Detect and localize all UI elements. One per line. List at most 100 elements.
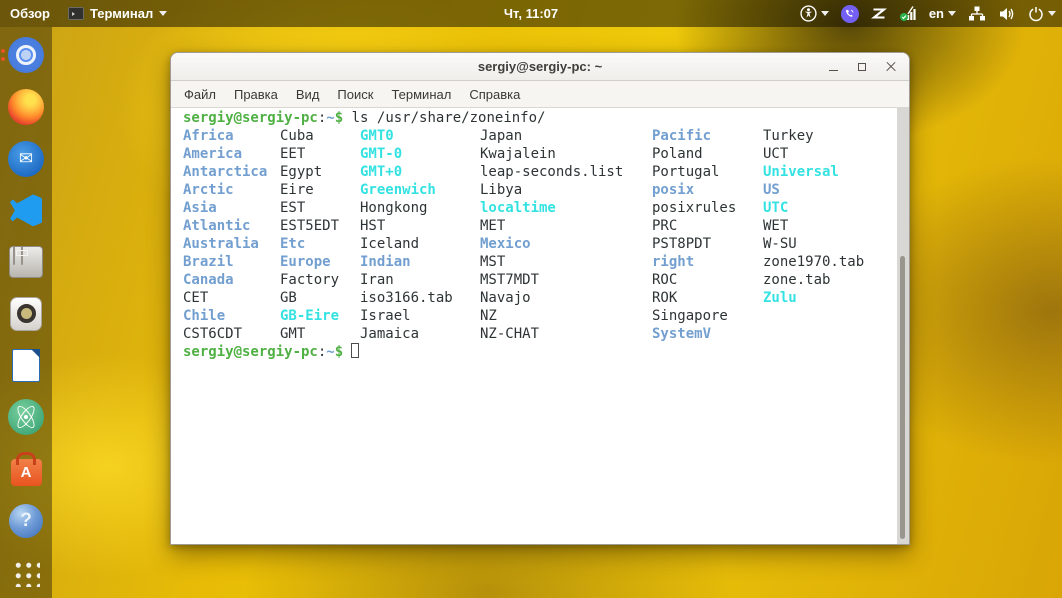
activities-button[interactable]: Обзор [10, 6, 50, 21]
ls-entry [763, 325, 895, 343]
ubuntu-software-icon: A [10, 459, 42, 487]
scrollbar[interactable] [897, 108, 909, 544]
clock[interactable]: Чт, 11:07 [504, 6, 558, 21]
dock-icon-thunderbird[interactable]: ✉ [6, 140, 46, 178]
ls-entry: localtime [480, 200, 556, 216]
dock-icon-ubuntu-software[interactable]: A [6, 450, 46, 488]
ls-entry: iso3166.tab [360, 290, 453, 306]
ls-entry: Eire [280, 182, 314, 198]
ls-entry: Cuba [280, 128, 314, 144]
menu-help[interactable]: Справка [460, 83, 529, 106]
ls-entry: Canada [183, 272, 234, 288]
apps-grid-icon [12, 558, 40, 587]
dock-icon-chromium[interactable] [1, 36, 46, 74]
terminal-cursor [351, 343, 360, 358]
power-menu[interactable] [1028, 6, 1056, 22]
ls-entry: SystemV [652, 326, 712, 342]
ls-entry: Japan [480, 128, 523, 144]
ls-entry: Zulu [763, 290, 797, 306]
ls-entry: Singapore [652, 308, 728, 324]
dock-icon-help[interactable]: ? [6, 502, 46, 540]
ls-entry: Brazil [183, 254, 234, 270]
dock-icon-libreoffice-writer[interactable] [6, 347, 46, 385]
ls-entry: posixrules [652, 200, 737, 216]
prompt-line: sergiy@sergiy-pc:~$ [183, 343, 895, 361]
menu-file[interactable]: Файл [175, 83, 225, 106]
signal-meter-icon[interactable] [899, 5, 917, 22]
libreoffice-writer-icon [12, 349, 40, 383]
ls-entry: Asia [183, 200, 217, 216]
language-selector[interactable]: en [929, 6, 956, 21]
ls-entry: Egypt [280, 164, 323, 180]
ls-entry: zone1970.tab [763, 254, 865, 270]
ls-entry: GMT-0 [360, 146, 403, 162]
menu-terminal[interactable]: Терминал [382, 83, 460, 106]
ls-entry: Etc [280, 236, 306, 252]
accessibility-icon [800, 5, 817, 22]
ls-entry: WET [763, 218, 789, 234]
ls-entry: MST [480, 254, 506, 270]
maximize-button[interactable] [852, 57, 872, 77]
prompt-symbol: $ [334, 110, 344, 126]
terminal-content[interactable]: sergiy@sergiy-pc:~$ ls /usr/share/zonein… [171, 108, 909, 544]
top-bar: Обзор Терминал Чт, 11:07 en [0, 0, 1062, 27]
power-icon [1029, 6, 1043, 21]
ls-entry: America [183, 146, 243, 162]
minimize-button[interactable] [823, 57, 843, 77]
ls-entry: HST [360, 218, 386, 234]
window-title: sergiy@sergiy-pc: ~ [477, 59, 603, 74]
ls-entry: W-SU [763, 236, 797, 252]
show-applications-button[interactable] [6, 554, 46, 592]
app-menu[interactable]: Терминал [68, 6, 168, 21]
minimize-icon [828, 69, 838, 72]
dock-icon-atom[interactable] [6, 398, 46, 436]
menu-view[interactable]: Вид [287, 83, 329, 106]
dock-icon-speaker-app[interactable] [6, 295, 46, 333]
dock-icon-firefox[interactable] [6, 88, 46, 126]
z-app-icon[interactable] [870, 6, 887, 21]
viber-icon[interactable] [840, 4, 859, 23]
ls-entry: NZ-CHAT [480, 326, 540, 342]
network-wired-icon[interactable] [968, 5, 986, 22]
ls-entry: leap-seconds.list [480, 164, 624, 180]
ls-entry: Hongkong [360, 200, 428, 216]
close-button[interactable] [881, 57, 901, 77]
dock-icon-file-cabinet[interactable] [6, 243, 46, 281]
ls-entry: Chile [183, 308, 226, 324]
volume-icon[interactable] [998, 6, 1016, 22]
ls-entry: Factory [280, 272, 340, 288]
ls-entry: Pacific [652, 128, 712, 144]
ls-entry: MET [480, 218, 506, 234]
ls-entry: Antarctica [183, 164, 268, 180]
ls-entry: EET [280, 146, 306, 162]
ls-entry: Arctic [183, 182, 234, 198]
ls-entry: MST7MDT [480, 272, 540, 288]
chevron-down-icon [159, 11, 168, 16]
running-indicator [1, 49, 5, 62]
menu-search[interactable]: Поиск [328, 83, 382, 106]
ls-entry: CST6CDT [183, 326, 243, 342]
menu-bar: Файл Правка Вид Поиск Терминал Справка [171, 81, 909, 108]
title-bar[interactable]: sergiy@sergiy-pc: ~ [171, 53, 909, 81]
file-cabinet-icon [9, 246, 43, 279]
ls-entry [763, 307, 895, 325]
ls-entry: Australia [183, 236, 259, 252]
ls-entry: Iran [360, 272, 394, 288]
accessibility-menu[interactable] [800, 5, 829, 22]
ls-entry: Portugal [652, 164, 720, 180]
ls-entry: GB-Eire [280, 308, 340, 324]
ls-entry: NZ [480, 308, 497, 324]
terminal-app-icon [68, 7, 84, 20]
ls-entry: UCT [763, 146, 789, 162]
menu-edit[interactable]: Правка [225, 83, 287, 106]
speaker-app-icon [10, 296, 42, 331]
ls-entry: CET [183, 290, 209, 306]
ls-entry: Greenwich [360, 182, 436, 198]
chevron-down-icon [1048, 11, 1056, 16]
ls-entry: ROC [652, 272, 678, 288]
chevron-down-icon [820, 11, 829, 16]
ls-entry: Africa [183, 128, 234, 144]
scrollbar-thumb[interactable] [900, 256, 905, 539]
dock-icon-vscode[interactable] [6, 191, 46, 229]
chromium-icon [8, 37, 44, 74]
